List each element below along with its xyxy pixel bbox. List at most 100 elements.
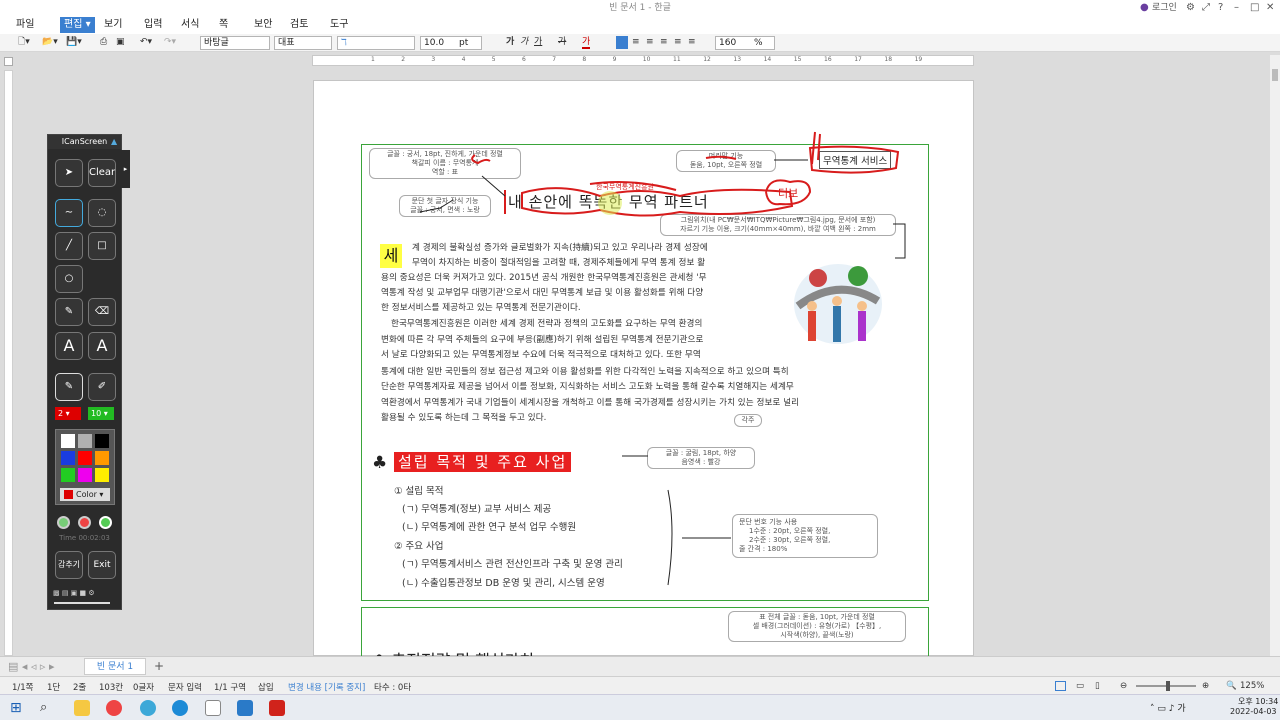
align-center-icon[interactable]: ≡: [646, 36, 654, 49]
status-zoom[interactable]: 125%: [1240, 681, 1264, 691]
preview-icon[interactable]: ▣: [116, 36, 125, 49]
login-link[interactable]: 로그인: [1152, 0, 1177, 16]
close-icon[interactable]: ✕: [1266, 0, 1274, 16]
view-page-icon[interactable]: [1055, 681, 1066, 691]
capture-icon[interactable]: [99, 516, 112, 529]
menu-view[interactable]: 보기: [100, 17, 126, 33]
restore-window-icon[interactable]: ⤢: [1202, 0, 1210, 16]
edge-icon[interactable]: [172, 700, 188, 716]
pointer-tool-button[interactable]: ➤: [55, 159, 83, 187]
acrobat-icon[interactable]: [269, 700, 285, 716]
panel-expand-icon[interactable]: ▸: [121, 150, 130, 188]
underline-button[interactable]: 가: [534, 36, 542, 49]
undo-icon[interactable]: ↶▾: [140, 36, 152, 49]
split-icon[interactable]: ≡: [688, 36, 696, 49]
view-draft-icon[interactable]: ▯: [1095, 681, 1100, 691]
redo-icon[interactable]: ↷▾: [164, 36, 176, 49]
exit-button[interactable]: Exit: [88, 551, 116, 579]
file-explorer-icon[interactable]: [74, 700, 90, 716]
circle-tool-icon[interactable]: ○: [55, 265, 83, 293]
menu-security[interactable]: 보안: [250, 17, 276, 33]
new-doc-icon[interactable]: 🗋▾: [18, 36, 30, 49]
font-select[interactable]: ℸ: [337, 36, 415, 50]
zoom-in-icon[interactable]: ⊕: [1202, 681, 1209, 691]
status-track-changes[interactable]: 변경 내용 [기록 중지]: [288, 681, 365, 693]
zoom-level-icon[interactable]: 🔍: [1226, 681, 1237, 691]
panel-options-icons[interactable]: ▩ ▤ ▣ ■ ⚙: [53, 589, 95, 597]
tray-icons[interactable]: ˄ ▭ ♪ 가: [1150, 701, 1186, 714]
maximize-icon[interactable]: □: [1250, 0, 1259, 16]
ie-icon[interactable]: [140, 700, 156, 716]
eraser-icon[interactable]: ⌫: [88, 298, 116, 326]
vertical-scrollbar[interactable]: [1270, 55, 1280, 656]
menu-edit[interactable]: 편집 ▾: [60, 17, 95, 33]
font-color-button[interactable]: 가: [582, 36, 591, 49]
highlighter-icon[interactable]: ✎: [55, 298, 83, 326]
font-size-input[interactable]: 10.0 pt: [420, 36, 482, 50]
hwp-icon[interactable]: [237, 700, 253, 716]
menu-review[interactable]: 검토: [286, 17, 312, 33]
text-box-tool-icon[interactable]: A: [88, 332, 116, 360]
search-icon[interactable]: ⌕: [40, 700, 56, 716]
ruler-corner-icon[interactable]: [4, 57, 13, 66]
save-icon[interactable]: 💾▾: [66, 36, 82, 49]
color-swatch[interactable]: [95, 468, 109, 482]
chrome-icon[interactable]: [106, 700, 122, 716]
open-icon[interactable]: 📂▾: [42, 36, 58, 49]
rectangle-tool-icon[interactable]: □: [88, 232, 116, 260]
line-tool-icon[interactable]: ╱: [55, 232, 83, 260]
color-swatch[interactable]: [78, 451, 92, 465]
menu-format[interactable]: 서식: [177, 17, 203, 33]
collapse-icon[interactable]: ▲: [111, 137, 117, 146]
zoom-slider[interactable]: [1136, 681, 1196, 691]
freehand-pen-icon[interactable]: ∼: [55, 199, 83, 227]
text-tool-icon[interactable]: A: [55, 332, 83, 360]
view-web-icon[interactable]: ▭: [1076, 681, 1084, 691]
align-left-icon[interactable]: ≡: [632, 36, 640, 49]
pen-icon[interactable]: ✎: [55, 373, 83, 401]
minimize-icon[interactable]: –: [1234, 0, 1239, 16]
color-swatch[interactable]: [61, 434, 75, 448]
color-picker[interactable]: Color ▾: [60, 488, 110, 501]
style-select[interactable]: 바탕글: [200, 36, 270, 50]
opacity-slider[interactable]: [54, 602, 110, 604]
dotted-circle-icon[interactable]: ◌: [88, 199, 116, 227]
pin-app-icon[interactable]: [205, 700, 221, 716]
zoom-out-icon[interactable]: ⊖: [1120, 681, 1127, 691]
document-page[interactable]: 글꼴 : 궁서, 18pt, 진하게, 가운데 정렬 책갈피 이름 : 무역통계 역…: [313, 80, 974, 670]
color-swatch[interactable]: [61, 451, 75, 465]
tab-nav-icons[interactable]: ▤ ◂ ◃ ▹ ▸: [8, 660, 54, 673]
horizontal-ruler[interactable]: 1 2 3 4 5 6 7 8 9 10 11 12 13 14 15 16 17 18 19: [312, 55, 974, 66]
color-swatch[interactable]: [95, 434, 109, 448]
menu-file[interactable]: 파일: [12, 17, 38, 33]
menu-tools[interactable]: 도구: [326, 17, 352, 33]
strike-button[interactable]: 가: [558, 36, 566, 49]
print-icon[interactable]: ⎙: [100, 36, 107, 49]
add-tab-button[interactable]: +: [154, 659, 164, 673]
align-justify-icon[interactable]: [616, 36, 628, 49]
login-icon[interactable]: ●: [1140, 0, 1149, 16]
menu-insert[interactable]: 입력: [140, 17, 166, 33]
zoom-input[interactable]: 160%: [715, 36, 775, 50]
vertical-ruler[interactable]: [4, 70, 13, 656]
status-mode[interactable]: 삽입: [258, 681, 274, 693]
start-menu-icon[interactable]: ⊞: [10, 700, 26, 716]
help-icon[interactable]: ?: [1218, 0, 1223, 16]
hide-button[interactable]: 감추기: [55, 551, 83, 579]
marker-icon[interactable]: ✐: [88, 373, 116, 401]
document-picture[interactable]: [788, 256, 888, 352]
align-right-icon[interactable]: ≡: [660, 36, 668, 49]
pause-icon[interactable]: [57, 516, 70, 529]
menu-page[interactable]: 쪽: [215, 17, 232, 33]
bold-button[interactable]: 가: [506, 36, 514, 49]
pen-size-select[interactable]: 2 ▾: [55, 407, 81, 420]
marker-size-select[interactable]: 10 ▾: [88, 407, 114, 420]
tab-document-1[interactable]: 빈 문서 1: [84, 658, 146, 675]
distribute-icon[interactable]: ≡: [674, 36, 682, 49]
record-icon[interactable]: [78, 516, 91, 529]
italic-button[interactable]: 가: [520, 36, 528, 49]
color-swatch[interactable]: [78, 434, 92, 448]
icanscreen-panel[interactable]: ICanScreen ▲ ➤ Clear ∼ ◌ ╱ □ ○ ✎ ⌫ A A ✎…: [47, 134, 122, 610]
clear-button[interactable]: Clear: [88, 159, 116, 187]
color-swatch[interactable]: [61, 468, 75, 482]
